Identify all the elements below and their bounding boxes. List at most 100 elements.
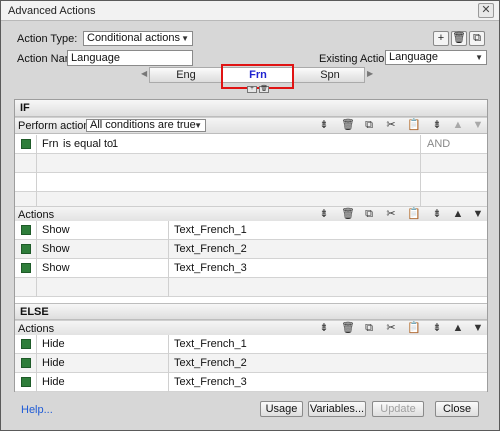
action-type-dropdown[interactable]: Conditional actions ▼ [83,31,193,46]
if-heading: IF [15,100,487,117]
paste-icon[interactable]: 📋 [407,119,421,132]
tab-scroll-right-icon[interactable]: ▶ [367,69,373,78]
else-action-row[interactable]: Hide Text_French_3 [15,373,487,392]
action-checkbox[interactable] [21,244,31,254]
else-actions-heading: Actions [18,323,55,335]
copy-icon[interactable]: ⧉ [362,119,376,132]
perform-action-value: All conditions are true [90,119,196,131]
variables-button[interactable]: Variables... [308,401,366,417]
tab-spn[interactable]: Spn [294,68,366,82]
move-up-icon[interactable]: ▲ [451,119,465,132]
copy-icon[interactable]: ⧉ [362,322,376,335]
close-button[interactable]: Close [435,401,479,417]
column-divider [36,373,37,392]
action-type-label: Action Type: [17,33,78,45]
chevron-down-icon: ▼ [475,53,483,62]
action-verb: Show [42,262,70,274]
column-divider [36,335,37,354]
column-divider [168,240,169,259]
action-verb: Hide [42,376,65,388]
copy-icon[interactable]: ⧉ [362,208,376,221]
cut-icon[interactable]: ✂ [384,208,398,221]
insert-icon[interactable]: ⇟ [317,208,331,221]
action-target: Text_French_3 [174,262,247,274]
else-action-row[interactable]: Hide Text_French_1 [15,335,487,354]
existing-actions-dropdown[interactable]: Language ▼ [385,50,487,65]
column-divider [36,240,37,259]
move-up-icon[interactable]: ▲ [451,322,465,335]
condition-row-empty[interactable] [15,173,487,192]
move-up-icon[interactable]: ▲ [451,208,465,221]
help-link[interactable]: Help... [21,404,53,416]
actions-heading: Actions [18,209,55,221]
close-window-button[interactable]: ✕ [478,3,494,18]
conditional-panel: IF Perform action if: All conditions are… [14,99,488,392]
action-name-field[interactable]: Language [67,50,193,66]
column-divider [36,173,37,192]
action-row[interactable]: Show Text_French_2 [15,240,487,259]
column-divider [168,373,169,392]
action-checkbox[interactable] [21,225,31,235]
existing-actions-value: Language [389,51,438,63]
action-row-empty[interactable] [15,278,487,297]
remove-tab-icon[interactable]: 🗑 [259,86,269,93]
tab-scroll-left-icon[interactable]: ◀ [141,69,147,78]
window-title: Advanced Actions [8,5,96,17]
condition-right-operand: 1 [112,138,119,150]
action-target: Text_French_1 [174,224,247,236]
action-verb: Hide [42,357,65,369]
delete-icon[interactable]: 🗑 [341,208,355,221]
condition-checkbox[interactable] [21,139,31,149]
paste-icon[interactable]: 📋 [407,322,421,335]
move-down-icon[interactable]: ▼ [471,208,485,221]
action-row[interactable]: Show Text_French_1 [15,221,487,240]
move-down-icon[interactable]: ▼ [471,322,485,335]
insert-icon[interactable]: ⇟ [317,322,331,335]
column-divider [168,335,169,354]
action-verb: Show [42,243,70,255]
duplicate-action-icon[interactable]: ⧉ [469,31,485,46]
action-checkbox[interactable] [21,377,31,387]
action-row[interactable]: Show Text_French_3 [15,259,487,278]
delete-action-icon[interactable]: 🗑 [451,31,467,46]
action-target: Text_French_3 [174,376,247,388]
condition-row[interactable]: Frn is equal to 1 AND [15,135,487,154]
title-bar: Advanced Actions ✕ [1,1,499,21]
column-divider [168,354,169,373]
column-divider [36,221,37,240]
add-action-icon[interactable]: + [433,31,449,46]
action-checkbox[interactable] [21,358,31,368]
if-toolbar: Perform action if: All conditions are tr… [15,117,487,134]
cut-icon[interactable]: ✂ [384,322,398,335]
column-divider [36,278,37,297]
usage-button[interactable]: Usage [260,401,303,417]
update-button[interactable]: Update [372,401,424,417]
else-action-row[interactable]: Hide Text_French_2 [15,354,487,373]
condition-left-operand: Frn [42,138,59,150]
active-tab-highlight [221,64,294,89]
add-tab-icon[interactable]: + [247,86,257,93]
chevron-down-icon: ▼ [181,34,189,43]
insert-below-icon[interactable]: ⇟ [430,322,444,335]
column-divider [168,259,169,278]
insert-below-icon[interactable]: ⇟ [430,208,444,221]
delete-icon[interactable]: 🗑 [341,119,355,132]
action-checkbox[interactable] [21,263,31,273]
column-divider [420,173,421,192]
advanced-actions-window: Advanced Actions ✕ Action Type: Conditio… [0,0,500,431]
delete-icon[interactable]: 🗑 [341,322,355,335]
action-target: Text_French_2 [174,243,247,255]
paste-icon[interactable]: 📋 [407,208,421,221]
move-down-icon[interactable]: ▼ [471,119,485,132]
action-checkbox[interactable] [21,339,31,349]
action-verb: Show [42,224,70,236]
insert-icon[interactable]: ⇟ [317,119,331,132]
condition-row-empty[interactable] [15,154,487,173]
perform-action-dropdown[interactable]: All conditions are true ▼ [86,119,206,132]
column-divider [36,354,37,373]
insert-below-icon[interactable]: ⇟ [430,119,444,132]
chevron-down-icon: ▼ [194,121,202,130]
tab-eng[interactable]: Eng [150,68,222,82]
cut-icon[interactable]: ✂ [384,119,398,132]
column-divider [420,135,421,154]
